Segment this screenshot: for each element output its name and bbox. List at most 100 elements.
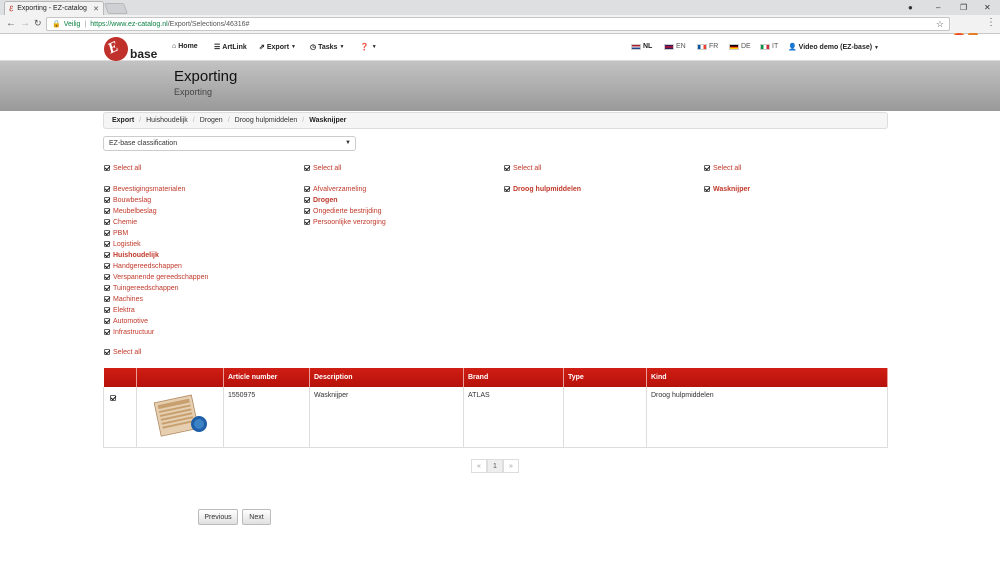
select-all-articles[interactable]: Select all <box>104 347 141 357</box>
checkbox[interactable] <box>504 186 510 192</box>
browser-tab[interactable]: ℰ Exporting - EZ-catalog ✕ <box>4 1 104 15</box>
row-checkbox[interactable] <box>110 395 116 401</box>
category-checkbox[interactable]: Bevestigingsmaterialen <box>104 184 185 194</box>
checkbox[interactable] <box>304 219 310 225</box>
restore-icon[interactable]: ❐ <box>960 0 967 15</box>
ezbase-logo[interactable]: E base <box>100 33 160 75</box>
pager-page[interactable]: 1 <box>487 459 503 473</box>
select-all-col3[interactable]: Select all <box>504 163 541 173</box>
checkbox[interactable] <box>304 197 310 203</box>
category-checkbox[interactable]: Elektra <box>104 305 135 315</box>
lang-label: FR <box>709 43 719 50</box>
nav-export[interactable]: ⇗ Export ▼ <box>259 43 296 52</box>
category-checkbox-active[interactable]: Huishoudelijk <box>104 250 159 260</box>
pager-next[interactable]: » <box>503 459 519 473</box>
checkbox[interactable] <box>104 307 110 313</box>
category-checkbox[interactable]: Meubelbeslag <box>104 206 157 216</box>
checkbox[interactable] <box>104 318 110 324</box>
pager-prev[interactable]: « <box>471 459 487 473</box>
table-row[interactable]: 1550975 Wasknijper ATLAS Droog hulpmidde… <box>103 387 888 448</box>
category-checkbox[interactable]: Tuingereedschappen <box>104 283 179 293</box>
breadcrumb-item[interactable]: Huishoudelijk <box>146 117 188 124</box>
product-thumbnail[interactable] <box>149 392 209 437</box>
category-checkbox[interactable]: Bouwbeslag <box>104 195 151 205</box>
category-checkbox[interactable]: Logistiek <box>104 239 141 249</box>
checkbox[interactable] <box>104 165 110 171</box>
lang-en[interactable]: EN <box>664 43 686 50</box>
forward-icon[interactable]: → <box>20 18 30 29</box>
lang-fr[interactable]: FR <box>697 43 718 50</box>
lang-it[interactable]: IT <box>760 43 778 50</box>
category-checkbox[interactable]: Machines <box>104 294 143 304</box>
category-checkbox-active[interactable]: Droog hulpmiddelen <box>504 184 581 194</box>
checkbox-label: Huishoudelijk <box>113 251 159 259</box>
category-checkbox[interactable]: PBM <box>104 228 128 238</box>
category-checkbox[interactable]: Ongedierte bestrijding <box>304 206 382 216</box>
checkbox[interactable] <box>704 186 710 192</box>
checkbox[interactable] <box>104 197 110 203</box>
breadcrumb-item[interactable]: Drogen <box>200 117 223 124</box>
checkbox[interactable] <box>104 241 110 247</box>
checkbox-label: Wasknijper <box>713 185 751 193</box>
column-header[interactable]: Article number <box>223 368 310 387</box>
checkbox[interactable] <box>304 208 310 214</box>
nav-home[interactable]: ⌂ Home <box>172 43 198 50</box>
column-header[interactable]: Kind <box>646 368 888 387</box>
category-checkbox-active[interactable]: Drogen <box>304 195 338 205</box>
column-header[interactable]: Type <box>563 368 647 387</box>
checkbox[interactable] <box>304 165 310 171</box>
checkbox[interactable] <box>104 208 110 214</box>
checkbox[interactable] <box>104 296 110 302</box>
select-all-col4[interactable]: Select all <box>704 163 741 173</box>
lang-de[interactable]: DE <box>729 43 751 50</box>
checkbox[interactable] <box>104 219 110 225</box>
checkbox[interactable] <box>104 263 110 269</box>
bookmark-star-icon[interactable]: ☆ <box>936 19 944 30</box>
category-checkbox[interactable]: Infrastructuur <box>104 327 154 337</box>
column-header[interactable]: Description <box>309 368 464 387</box>
category-checkbox-active[interactable]: Wasknijper <box>704 184 750 194</box>
new-tab-button[interactable] <box>103 3 129 14</box>
checkbox[interactable] <box>104 186 110 192</box>
nav-tasks[interactable]: ◷ Tasks ▼ <box>310 43 344 52</box>
checkbox[interactable] <box>504 165 510 171</box>
category-checkbox[interactable]: Verspanende gereedschappen <box>104 272 208 282</box>
select-all-col2[interactable]: Select all <box>304 163 341 173</box>
classification-select[interactable]: EZ-base classification ▼ <box>103 136 356 151</box>
checkbox[interactable] <box>104 230 110 236</box>
checkbox[interactable] <box>104 252 110 258</box>
checkbox[interactable] <box>304 186 310 192</box>
column-header[interactable]: Brand <box>463 368 564 387</box>
breadcrumb-item[interactable]: Droog hulpmiddelen <box>235 117 298 124</box>
checkbox-label: Bouwbeslag <box>113 196 152 204</box>
minimize-icon[interactable]: – <box>936 0 940 15</box>
lang-nl[interactable]: NL <box>631 43 652 50</box>
profile-icon[interactable]: ● <box>908 0 913 15</box>
nav-help[interactable]: ❓ ▼ <box>360 43 377 51</box>
reload-icon[interactable]: ↻ <box>34 18 42 29</box>
checkbox[interactable] <box>104 349 110 355</box>
previous-button[interactable]: Previous <box>198 509 238 525</box>
checkbox[interactable] <box>104 285 110 291</box>
close-tab-icon[interactable]: ✕ <box>93 5 99 13</box>
checkbox[interactable] <box>104 274 110 280</box>
checkbox[interactable] <box>704 165 710 171</box>
user-menu[interactable]: 👤 Video demo (EZ-base) ▼ <box>788 43 879 51</box>
category-checkbox[interactable]: Chemie <box>104 217 137 227</box>
url-path: /Export/Selections/46316# <box>167 20 250 28</box>
category-checkbox[interactable]: Persoonlijke verzorging <box>304 217 386 227</box>
lang-label: NL <box>643 43 653 50</box>
nav-artlink[interactable]: ☰ ArtLink <box>214 43 247 52</box>
menu-icon[interactable]: ⋮ <box>986 17 996 28</box>
breadcrumb-item[interactable]: Export <box>112 117 134 124</box>
next-button[interactable]: Next <box>242 509 271 525</box>
checkbox[interactable] <box>104 329 110 335</box>
url-input[interactable]: 🔒 Veilig | https://www.ez-catalog.nl /Ex… <box>46 17 950 31</box>
select-all-col1[interactable]: Select all <box>104 163 141 173</box>
close-window-icon[interactable]: ✕ <box>984 0 991 15</box>
category-checkbox[interactable]: Automotive <box>104 316 148 326</box>
category-checkbox[interactable]: Handgereedschappen <box>104 261 182 271</box>
checkbox-label: Chemie <box>113 218 138 226</box>
category-checkbox[interactable]: Afvalverzameling <box>304 184 366 194</box>
back-icon[interactable]: ← <box>6 18 16 29</box>
